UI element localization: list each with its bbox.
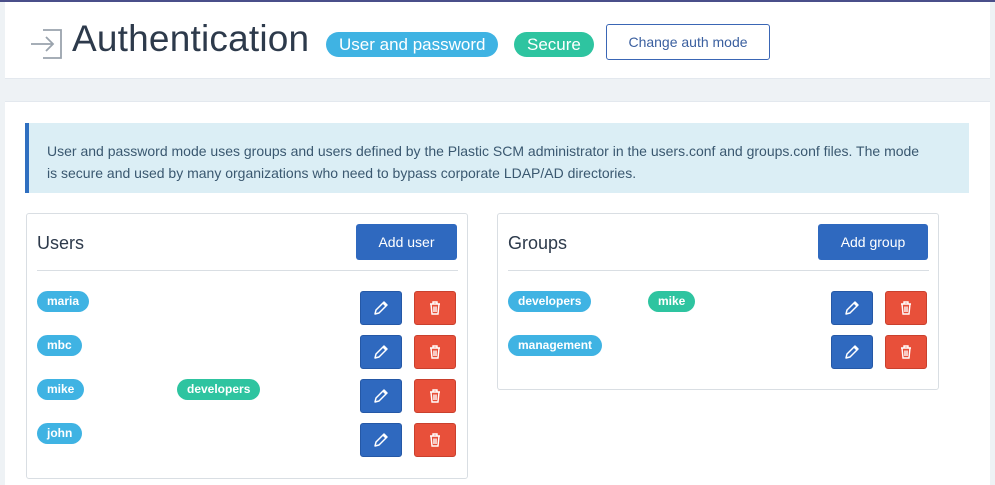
auth-mode-badge: User and password (326, 32, 499, 57)
user-row: mike developers (27, 379, 467, 415)
pencil-icon (374, 389, 388, 403)
group-row: management (498, 335, 938, 371)
panel-divider (508, 270, 929, 271)
page-title: Authentication (72, 18, 310, 59)
delete-user-button[interactable] (414, 291, 456, 325)
trash-icon (430, 345, 440, 359)
trash-icon (430, 389, 440, 403)
info-text-line-1: User and password mode uses groups and u… (47, 143, 920, 159)
add-user-button[interactable]: Add user (356, 224, 457, 260)
page-header: Authentication User and password Secure … (5, 2, 990, 79)
edit-group-button[interactable] (831, 335, 873, 369)
delete-user-button[interactable] (414, 379, 456, 413)
user-tag: maria (37, 291, 90, 312)
delete-group-button[interactable] (885, 291, 927, 325)
pencil-icon (374, 345, 388, 359)
edit-user-button[interactable] (360, 335, 402, 369)
users-panel: Users Add user maria mbc mike developers (26, 213, 468, 479)
groups-panel-title: Groups (508, 233, 568, 253)
main-card: User and password mode uses groups and u… (5, 101, 990, 485)
user-tag: john (37, 423, 83, 444)
edit-user-button[interactable] (360, 423, 402, 457)
user-tag: mike (37, 379, 85, 400)
user-row: john (27, 423, 467, 459)
group-tag: management (508, 335, 603, 356)
group-member-tag: mike (648, 291, 696, 312)
delete-user-button[interactable] (414, 423, 456, 457)
edit-group-button[interactable] (831, 291, 873, 325)
trash-icon (430, 301, 440, 315)
group-row: developers mike (498, 291, 938, 327)
delete-user-button[interactable] (414, 335, 456, 369)
trash-icon (901, 301, 911, 315)
change-auth-mode-button[interactable]: Change auth mode (606, 24, 770, 60)
pencil-icon (374, 433, 388, 447)
info-text-line-2: is secure and used by many organizations… (47, 165, 637, 181)
add-group-button[interactable]: Add group (818, 224, 928, 260)
user-row: maria (27, 291, 467, 327)
edit-user-button[interactable] (360, 379, 402, 413)
panel-divider (37, 270, 458, 271)
delete-group-button[interactable] (885, 335, 927, 369)
login-arrow-icon (29, 26, 65, 62)
groups-panel: Groups Add group developers mike managem… (497, 213, 939, 390)
group-membership-tag: developers (177, 379, 261, 400)
trash-icon (430, 433, 440, 447)
pencil-icon (845, 345, 859, 359)
pencil-icon (374, 301, 388, 315)
trash-icon (901, 345, 911, 359)
user-tag: mbc (37, 335, 82, 356)
secure-badge: Secure (514, 32, 594, 57)
users-panel-title: Users (37, 233, 85, 253)
user-row: mbc (27, 335, 467, 371)
pencil-icon (845, 301, 859, 315)
edit-user-button[interactable] (360, 291, 402, 325)
group-tag: developers (508, 291, 592, 312)
info-alert: User and password mode uses groups and u… (25, 123, 969, 193)
